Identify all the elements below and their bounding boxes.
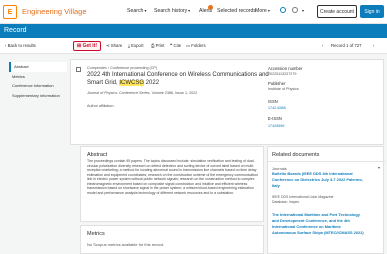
page-title: Record bbox=[4, 27, 27, 34]
related-item-1-database: Database: Inspec bbox=[272, 200, 300, 204]
publisher-label: Publisher bbox=[268, 81, 286, 86]
nav-search[interactable]: Search▾ bbox=[127, 8, 146, 14]
related-item-1-title[interactable]: Bulletin Boards (IEEE DDS 4th Internatio… bbox=[272, 171, 364, 189]
elsevier-logo-icon[interactable]: E bbox=[3, 5, 17, 19]
title-text: Smart Grid, bbox=[87, 80, 120, 86]
nav-selected-records-label: Selected records bbox=[217, 8, 256, 14]
metrics-note: No Scopus metrics available for this rec… bbox=[87, 242, 165, 247]
back-label: Back to results bbox=[7, 43, 36, 48]
sign-in-button[interactable]: Sign in bbox=[360, 5, 384, 18]
record-title-line-2: Smart Grid, ICWCSG 2022 bbox=[87, 80, 159, 86]
record-toolbar: ‹ Back to results ⊞ Get it! ⋖ Share ⤓ Ex… bbox=[0, 38, 387, 54]
nav-more-label: More bbox=[255, 8, 267, 14]
logo-letter: E bbox=[7, 8, 13, 16]
author-affiliation: Author affiliation: bbox=[87, 104, 115, 108]
sidebar-item-conference-information[interactable]: Conference information bbox=[9, 81, 67, 91]
page-title-bar: Record bbox=[0, 24, 387, 38]
source-detail: Volume 2386, Issue 1, 2022 bbox=[150, 91, 198, 95]
metrics-heading: Metrics bbox=[87, 231, 105, 237]
related-documents-heading: Related documents bbox=[272, 152, 320, 158]
share-label: Share bbox=[110, 43, 123, 48]
back-to-results-link[interactable]: ‹ Back to results bbox=[5, 43, 36, 48]
issn-link[interactable]: 1742-6588 bbox=[268, 106, 286, 110]
alerts-badge bbox=[208, 5, 213, 10]
abstract-text: The proceedings contain 95 papers. The t… bbox=[87, 159, 259, 195]
sidebar-item-supplementary-information[interactable]: Supplementary information bbox=[9, 91, 67, 101]
help-icon[interactable] bbox=[280, 7, 286, 13]
get-it-label: Get it! bbox=[82, 43, 98, 49]
record-prev-button[interactable]: ‹ bbox=[322, 43, 323, 48]
record-source: Journal of Physics: Conference Series, V… bbox=[87, 91, 197, 95]
accession-number-label: Accession number bbox=[268, 66, 303, 71]
nav-more[interactable]: More▾ bbox=[255, 8, 270, 14]
folders-button[interactable]: ▭ Folders bbox=[186, 43, 206, 49]
share-button[interactable]: ⋖ Share bbox=[106, 43, 122, 49]
brand-name[interactable]: Engineering Village bbox=[22, 7, 87, 16]
publisher-value: Institute of Physics bbox=[268, 87, 299, 91]
create-account-button[interactable]: Create account bbox=[317, 5, 357, 18]
cite-button[interactable]: ❝ Cite bbox=[170, 43, 181, 49]
top-header: E Engineering Village Search▾ Search his… bbox=[0, 0, 387, 24]
related-item-1-meta: IEEE DDS International Lidar Magazine bbox=[272, 195, 334, 199]
eissn-link[interactable]: 17426596 bbox=[268, 124, 284, 128]
divider bbox=[268, 161, 385, 162]
chevron-down-icon[interactable]: ▾ bbox=[378, 165, 380, 170]
record-type: Compendex › Conference proceeding (CP) bbox=[87, 66, 158, 70]
issn-label: ISSN bbox=[268, 99, 278, 104]
sidebar-item-abstract[interactable]: Abstract bbox=[9, 62, 67, 72]
sidebar-item-metrics[interactable]: Metrics bbox=[9, 72, 67, 82]
institution-caret[interactable]: ▾ bbox=[301, 8, 304, 13]
record-position: Record 1 of 727 bbox=[331, 43, 362, 48]
metrics-card: Metrics No Scopus metrics available for … bbox=[80, 225, 264, 254]
get-it-button[interactable]: ⊞ Get it! bbox=[73, 41, 101, 51]
nav-search-label: Search bbox=[127, 8, 144, 14]
related-item-2-title[interactable]: The International Maritime and Port Tech… bbox=[272, 212, 364, 236]
record-sidebar: Abstract Metrics Conference information … bbox=[9, 62, 67, 100]
print-label: Print bbox=[155, 43, 165, 48]
cite-label: Cite bbox=[173, 43, 182, 48]
chevron-down-icon: ▾ bbox=[302, 8, 305, 13]
record-next-button[interactable]: › bbox=[373, 43, 374, 48]
export-label: Export bbox=[131, 43, 144, 48]
abstract-heading: Abstract bbox=[87, 152, 108, 158]
chevron-down-icon: ▾ bbox=[188, 8, 191, 13]
nav-selected-records[interactable]: Selected records bbox=[217, 8, 256, 14]
print-button[interactable]: ⎙ Print bbox=[151, 43, 164, 48]
select-record-checkbox[interactable] bbox=[76, 67, 81, 72]
export-button[interactable]: ⤓ Export bbox=[128, 43, 144, 48]
chevron-down-icon: ▾ bbox=[267, 8, 270, 13]
record-title-line-1: 2022 4th International Conference on Wir… bbox=[87, 72, 269, 78]
title-search-highlight: ICWCSG bbox=[119, 80, 145, 86]
title-text-end: 2022 bbox=[144, 80, 160, 86]
chevron-down-icon: ▾ bbox=[144, 8, 147, 13]
eissn-label: E-ISSN bbox=[268, 116, 282, 121]
nav-search-history[interactable]: Search history▾ bbox=[154, 8, 190, 14]
source-journal[interactable]: Journal of Physics: Conference Series, bbox=[87, 91, 151, 95]
accession-number-value: 20225113237279 bbox=[268, 72, 297, 76]
record-card: Compendex › Conference proceeding (CP) 2… bbox=[70, 59, 384, 145]
folders-label: Folders bbox=[191, 43, 206, 48]
institution-icon[interactable] bbox=[292, 7, 298, 13]
nav-search-history-label: Search history bbox=[154, 8, 188, 14]
